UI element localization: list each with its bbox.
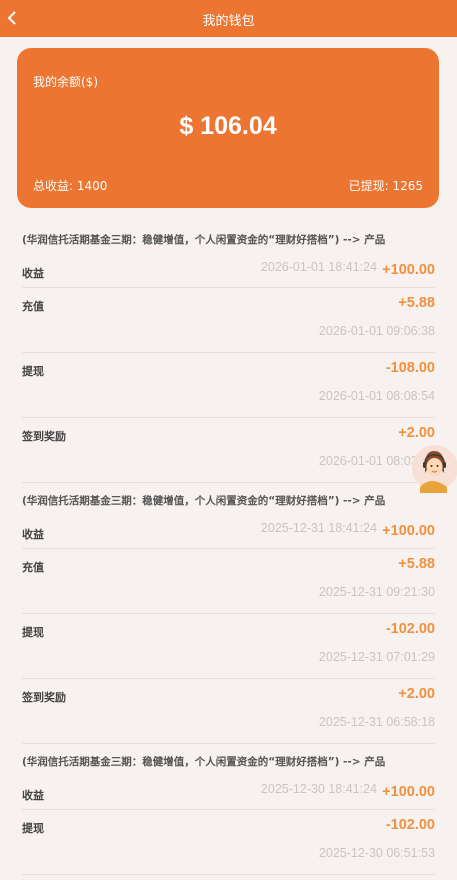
transaction-amount: +100.00: [382, 262, 435, 278]
transaction-amount: +5.88: [398, 295, 435, 311]
transaction-amount: -102.00: [385, 621, 435, 637]
wallet-balance-card: 我的余额($) $ 106.04 总收益: 1400 已提现: 1265: [17, 48, 439, 208]
transaction-type: 收益: [22, 528, 44, 541]
transaction-type: 签到奖励: [22, 430, 66, 443]
withdrawn-total: 已提现: 1265: [348, 179, 423, 193]
transaction-type: 提现: [22, 626, 44, 639]
transaction-amount: +100.00: [382, 523, 435, 539]
transaction-type: 提现: [22, 365, 44, 378]
transaction-time: 2026-01-01 18:41:24: [260, 260, 377, 274]
transaction-time: 2026-01-01 08:08:54: [318, 389, 435, 403]
transaction-row: 签到奖励 +2.00 2025-12-31 06:58:18: [22, 679, 435, 744]
transaction-time: 2025-12-31 06:58:18: [318, 715, 435, 729]
transaction-time: 2025-12-31 18:41:24: [260, 521, 377, 535]
transaction-time: 2025-12-31 07:01:29: [318, 650, 435, 664]
transaction-amount: +5.88: [398, 556, 435, 572]
transaction-row: 充值 +5.88 2026-01-01 09:06:38: [22, 288, 435, 353]
transaction-row: 收益 2026-01-01 18:41:24 +100.00: [22, 255, 435, 288]
transaction-row: 签到奖励 +2.00 2026-01-01 08:03:12: [22, 418, 435, 483]
transaction-time: 2025-12-30 06:51:53: [318, 846, 435, 860]
transaction-time: 2026-01-01 09:06:38: [318, 324, 435, 338]
transaction-row: 充值 +5.88 2025-12-31 09:21:30: [22, 549, 435, 614]
product-group-title: (华润信托活期基金三期：稳健增值，个人闲置资金的“理财好搭档”) --> 产品: [22, 756, 386, 768]
total-income: 总收益: 1400: [33, 179, 108, 193]
product-group-title: (华润信托活期基金三期：稳健增值，个人闲置资金的“理财好搭档”) --> 产品: [22, 234, 386, 246]
transaction-row: 提现 -102.00 2025-12-30 06:51:53: [22, 810, 435, 875]
balance-amount: $ 106.04: [179, 112, 277, 140]
transaction-type: 收益: [22, 789, 44, 802]
transaction-amount: -102.00: [385, 817, 435, 833]
transaction-time: 2025-12-30 18:41:24: [260, 782, 377, 796]
transaction-amount: +100.00: [382, 784, 435, 800]
transaction-time: 2025-12-31 09:21:30: [318, 585, 435, 599]
top-bar: 我的钱包: [0, 0, 457, 37]
transaction-list: (华润信托活期基金三期：稳健增值，个人闲置资金的“理财好搭档”) --> 产品 …: [0, 222, 457, 875]
transaction-amount: +2.00: [398, 686, 435, 702]
transaction-type: 充值: [22, 561, 44, 574]
transaction-amount: +2.00: [398, 425, 435, 441]
balance-label: 我的余额($): [33, 75, 98, 89]
transaction-row: 提现 -108.00 2026-01-01 08:08:54: [22, 353, 435, 418]
transaction-amount: -108.00: [385, 360, 435, 376]
customer-service-avatar-icon[interactable]: [409, 443, 457, 493]
transaction-type: 收益: [22, 267, 44, 280]
transaction-row: 收益 2025-12-30 18:41:24 +100.00: [22, 777, 435, 810]
transaction-type: 充值: [22, 300, 44, 313]
transaction-type: 签到奖励: [22, 691, 66, 704]
page-title: 我的钱包: [202, 14, 255, 29]
transaction-row: 收益 2025-12-31 18:41:24 +100.00: [22, 516, 435, 549]
product-group-title: (华润信托活期基金三期：稳健增值，个人闲置资金的“理财好搭档”) --> 产品: [22, 495, 386, 507]
transaction-row: 提现 -102.00 2025-12-31 07:01:29: [22, 614, 435, 679]
transaction-type: 提现: [22, 822, 44, 835]
